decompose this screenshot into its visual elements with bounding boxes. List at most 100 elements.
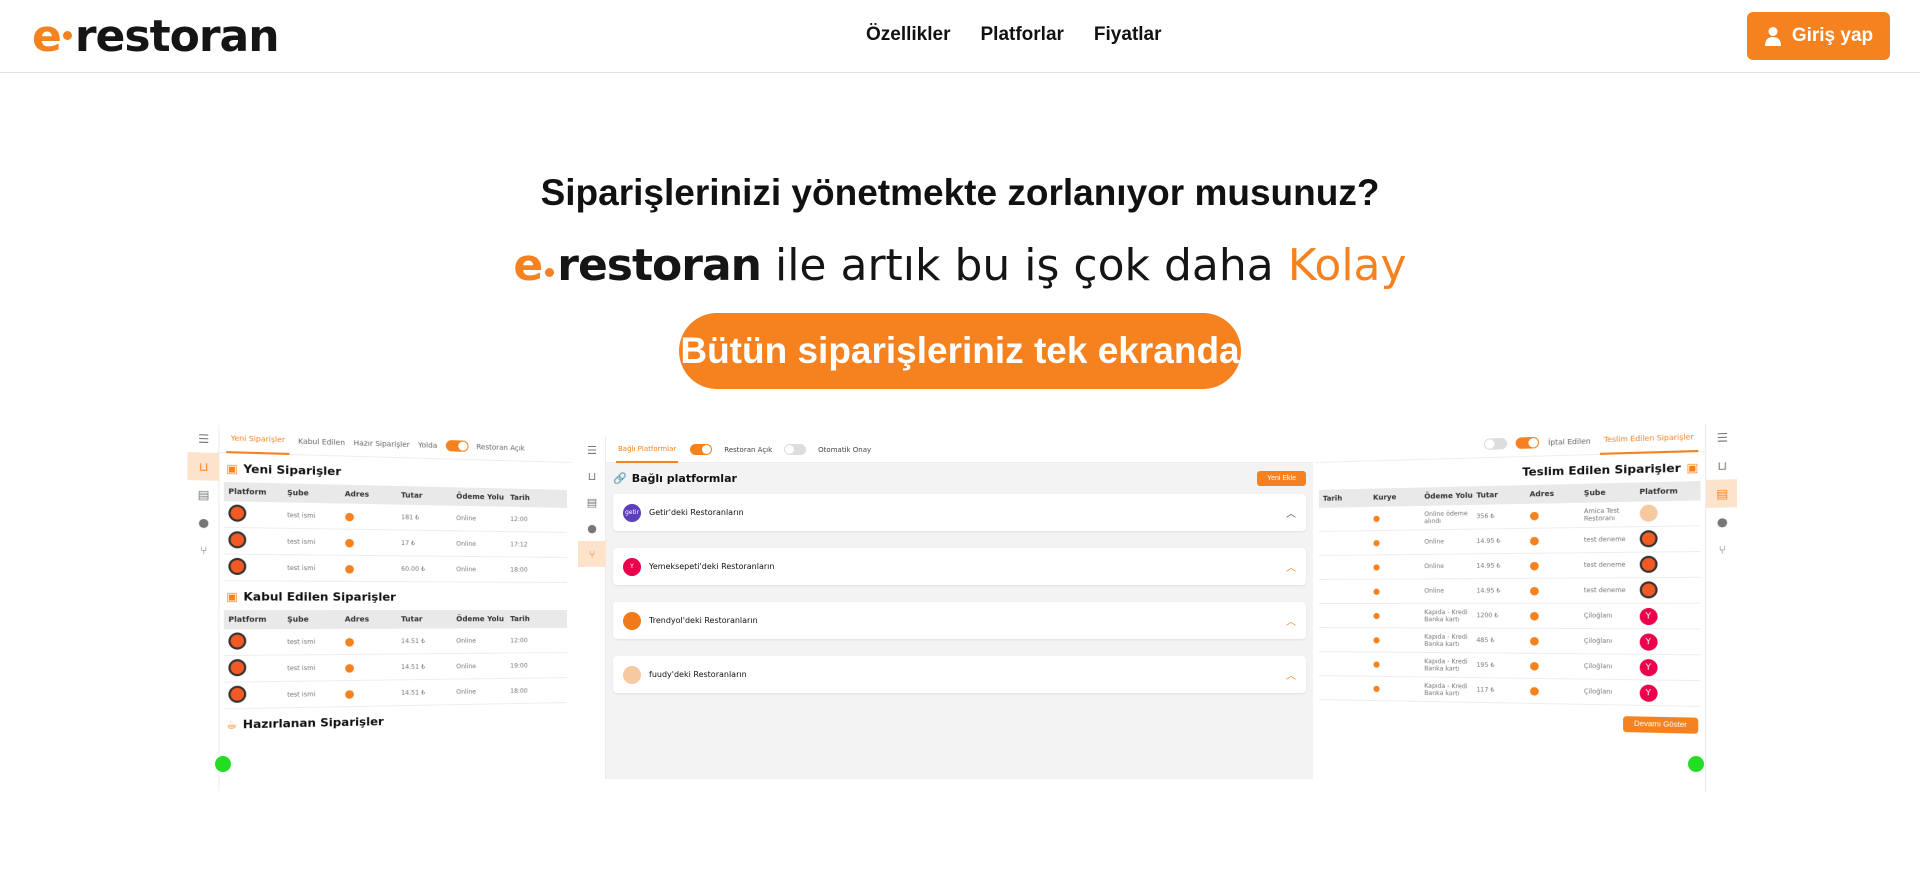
user-icon <box>1764 27 1781 46</box>
cell: Online <box>1424 562 1445 571</box>
yemeksepeti-logo: Y <box>623 557 641 576</box>
cell: Çiloğlanı <box>1583 637 1613 646</box>
cell: Online <box>456 662 477 670</box>
cell: Online <box>456 637 477 645</box>
hero-title: Siparişlerinizi yönetmekte zorlanıyor mu… <box>540 172 1380 213</box>
erestoran-logo[interactable]: e restoran <box>32 14 280 60</box>
cell: 195 ₺ <box>1476 661 1495 670</box>
right-screenshot: İptal Edilen Teslim Edilen Siparişler Te… <box>1315 422 1738 794</box>
cell: Çiloğlanı <box>1583 662 1613 671</box>
location-icon: ⬤ <box>344 537 355 548</box>
cell: test deneme <box>1583 586 1626 595</box>
table-row: ● Kapıda - Kredi Banka kartı 485 ₺ ⬤ Çiloğla… <box>1318 628 1701 656</box>
fuudy-logo <box>1639 503 1658 522</box>
cell: Online <box>456 514 477 522</box>
basket-icon: ⊔ <box>587 469 597 483</box>
nav-fiyatlar[interactable]: Fiyatlar <box>1094 24 1162 46</box>
cell: Amica Test Restoranı <box>1583 506 1620 523</box>
table-row: test ismi ⬤ 14.51 ₺ Online 12:00 <box>223 628 568 657</box>
login-button[interactable]: Giriş yap <box>1747 12 1890 60</box>
table-row: test ismi ⬤ 17 ₺ Online 17:12 <box>223 527 568 558</box>
cell: Online <box>1424 538 1445 546</box>
trendyol-logo <box>228 685 247 703</box>
restaurant-open-toggle <box>445 439 469 452</box>
col-header: Tutar <box>401 491 423 500</box>
link-icon: 🔗 <box>613 472 627 485</box>
report-icon: ▤ <box>1706 479 1738 508</box>
menu-icon: ☰ <box>1716 430 1728 445</box>
cell: test ismi <box>287 637 316 646</box>
order-icon: ▣ <box>226 461 238 476</box>
cell: Online <box>456 687 477 696</box>
table-row: ● Kapıda - Kredi Banka kartı 1200 ₺ ⬤ Çiloğl… <box>1318 603 1701 630</box>
getir-logo: getir <box>623 503 641 522</box>
cell: 14.51 ₺ <box>401 663 426 671</box>
cell: test ismi <box>287 537 316 546</box>
hero-pill-badge: Bütün siparişleriniz tek ekranda <box>679 313 1241 389</box>
location-icon: ⬤ <box>1529 535 1540 546</box>
section-label: Hazırlanan Siparişler <box>242 714 384 732</box>
logo-dot <box>62 30 72 40</box>
col-header: Şube <box>1583 488 1606 498</box>
tab-on-way: Yolda <box>418 440 438 450</box>
location-icon: ⬤ <box>344 688 355 699</box>
table-row: ● Online 14.95 ₺ ⬤ test deneme <box>1318 526 1701 556</box>
tab-ready: Hazır Siparişler <box>353 438 410 449</box>
cell: test deneme <box>1583 535 1626 544</box>
col-header: Tarih <box>1322 494 1343 503</box>
nav-ozellikler[interactable]: Özellikler <box>866 24 951 46</box>
courier-icon: ● <box>1373 635 1381 645</box>
cell: Online ödeme alındı <box>1424 509 1468 525</box>
middle-screenshot: ☰ ⊔ ▤ ● ⑂ Bağlı Platformlar Restoran Açı… <box>578 437 1313 779</box>
cell: Kapıda - Kredi Banka kartı <box>1424 633 1468 648</box>
location-icon: ⬤ <box>344 563 355 574</box>
trendyol-logo <box>228 659 247 677</box>
trendyol-logo <box>1639 529 1658 547</box>
section-accepted-orders: ▣ Kabul Edilen Siparişler <box>226 590 565 604</box>
col-header: Şube <box>287 488 309 498</box>
cell: 18:00 <box>510 687 528 695</box>
section-preparing-orders: ☕ Hazırlanan Siparişler <box>226 711 565 732</box>
logo-dot <box>545 268 555 277</box>
location-icon: ⬤ <box>344 662 355 673</box>
col-header: Tarih <box>510 615 530 624</box>
cell: Online <box>1424 587 1445 595</box>
left-screenshot: ☰ ⊔ ▤ ● ⑂ Yeni Siparişler Kabul Edilen H… <box>187 424 571 792</box>
show-more-button: Devamı Göster <box>1622 716 1699 734</box>
auto-approve-toggle <box>1484 437 1508 450</box>
col-header: Adres <box>344 489 370 499</box>
courier-icon: ● <box>1373 683 1381 694</box>
accordion-label: Getir'deki Restoranların <box>649 508 744 517</box>
basket-icon: ⊔ <box>1717 458 1728 473</box>
new-orders-table: Platform Şube Adres Tutar Ödeme Yolu Tar… <box>223 481 568 583</box>
section-label: Yeni Siparişler <box>243 462 342 479</box>
cell: test deneme <box>1583 561 1626 570</box>
nav-platforlar[interactable]: Platforlar <box>981 24 1064 46</box>
trendyol-logo <box>228 504 247 522</box>
cell: 1200 ₺ <box>1476 612 1499 620</box>
cell: 485 ₺ <box>1476 636 1495 645</box>
mid-tabs: Bağlı Platformlar Restoran Açık Otomatik… <box>606 437 1313 463</box>
top-header: e restoran Özellikler Platforlar Fiyatlar… <box>0 0 1920 73</box>
left-content: Yeni Siparişler Kabul Edilen Hazır Sipar… <box>219 424 571 791</box>
restaurant-open-toggle <box>690 444 713 455</box>
order-icon: ▣ <box>226 589 238 604</box>
right-tabs: İptal Edilen Teslim Edilen Siparişler <box>1315 423 1706 463</box>
status-dot <box>1688 756 1704 772</box>
branch-icon: ⑂ <box>199 543 208 558</box>
chevron-up-icon: ︿ <box>1286 563 1296 574</box>
trendyol-logo <box>228 531 247 549</box>
section-delivered-orders: Teslim Edilen Siparişler ▣ <box>1321 461 1698 484</box>
status-dot <box>215 756 231 772</box>
trendyol-logo <box>623 611 641 630</box>
cell: 117 ₺ <box>1476 686 1495 694</box>
cup-icon: ☕ <box>226 717 238 732</box>
chevron-up-icon: ︿ <box>1286 617 1296 628</box>
mid-title: 🔗 Bağlı platformlar <box>613 472 737 485</box>
location-icon: ⬤ <box>1529 586 1540 596</box>
trendyol-logo <box>228 557 247 576</box>
tab-cancelled: İptal Edilen <box>1548 436 1591 447</box>
cell: Kapıda - Kredi Banka kartı <box>1424 657 1468 673</box>
col-header: Adres <box>344 615 370 624</box>
cell: Çiloğlanı <box>1583 688 1613 696</box>
